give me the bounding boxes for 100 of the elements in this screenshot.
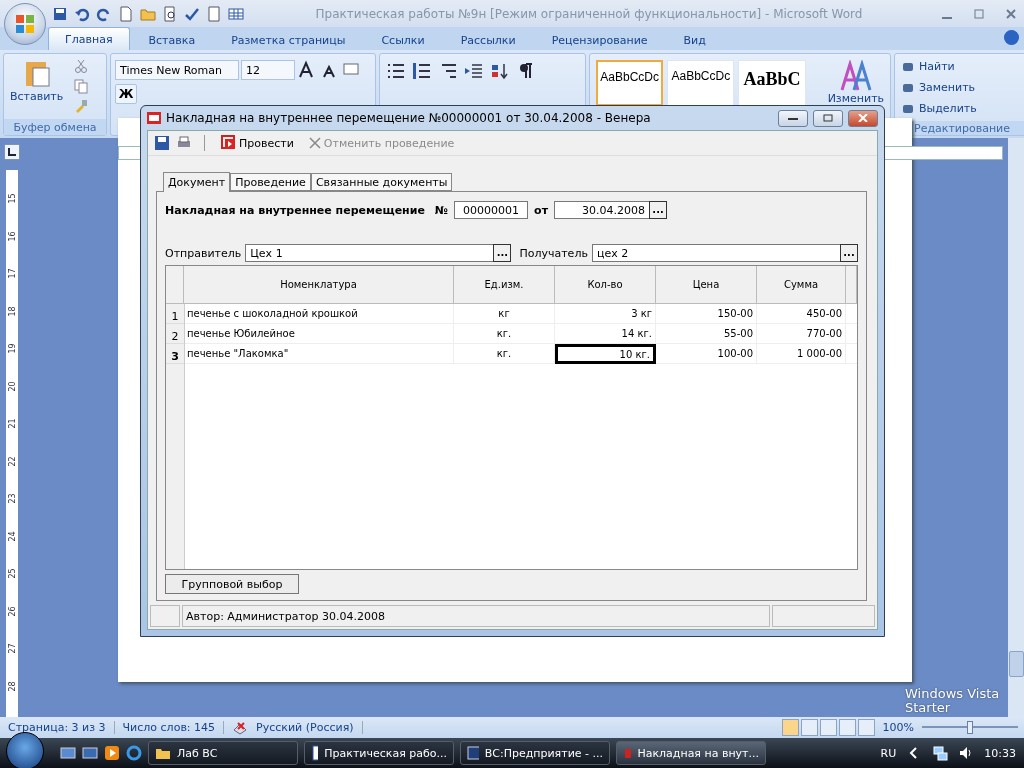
tab[interactable]: Связанные документы	[310, 173, 453, 191]
ribbon-tab[interactable]: Вставка	[131, 29, 213, 50]
windows-switcher-icon	[82, 745, 98, 761]
scissors-icon	[73, 58, 90, 74]
view-button[interactable]	[800, 719, 818, 736]
restore-button[interactable]	[813, 109, 843, 127]
column-header[interactable]: Цена	[656, 266, 757, 304]
ruler-number: 21	[7, 418, 17, 429]
table-cell[interactable]: 10 кг.	[555, 344, 656, 364]
ruler-number: 24	[7, 531, 17, 542]
window-title: Практическая работы №9н [Режим ограниченной функциональности] - Microsoft Word	[314, 6, 864, 21]
numbered-list-icon	[412, 62, 432, 80]
app-icon	[467, 745, 479, 761]
style-preview[interactable]: AaBbC	[738, 60, 806, 106]
taskbar-button[interactable]: Практическая рабо...	[304, 741, 454, 765]
table-cell[interactable]: 770-00	[757, 324, 846, 344]
sender-field[interactable]: Цех 1	[245, 244, 495, 262]
editing-command[interactable]: Найти	[901, 56, 1023, 77]
font-size-field[interactable]: 12	[241, 60, 295, 80]
clock[interactable]: 10:33	[984, 746, 1016, 760]
ruler-number: 23	[7, 493, 17, 504]
table-cell[interactable]: кг.	[454, 324, 555, 344]
style-preview[interactable]: AaBbCcDc	[596, 60, 664, 106]
picker-button[interactable]: ...	[649, 201, 668, 219]
bullet-list-icon	[386, 62, 406, 80]
tab[interactable]: Проведение	[230, 173, 311, 191]
save-icon	[154, 135, 170, 151]
picker-button[interactable]: ...	[840, 244, 858, 262]
column-header[interactable]: Сумма	[757, 266, 846, 304]
ruler-number: 28	[7, 681, 17, 692]
decrease-indent-icon	[464, 62, 484, 80]
close-button[interactable]	[848, 109, 878, 127]
table-cell[interactable]: 100-00	[656, 344, 757, 364]
ribbon-tab[interactable]: Рецензирование	[534, 29, 665, 50]
font-name-field[interactable]: Times New Roman	[115, 60, 239, 80]
slider-thumb[interactable]	[967, 721, 973, 734]
minimize-button[interactable]	[778, 109, 808, 127]
ruler-number: 17	[7, 268, 17, 279]
close-icon	[1006, 8, 1016, 19]
editing-command[interactable]: Выделить	[901, 98, 1023, 119]
ruler-number: 18	[7, 306, 17, 317]
table-cell[interactable]: 14 кг.	[555, 324, 656, 344]
table-cell[interactable]: 150-00	[656, 304, 757, 324]
view-button[interactable]	[819, 719, 837, 736]
column-header[interactable]: Ед.изм.	[454, 266, 555, 304]
status-text: Автор: Администратор 30.04.2008	[182, 605, 770, 627]
toolbar-button[interactable]: Провести	[217, 135, 298, 151]
ribbon-tab[interactable]: Рассылки	[443, 29, 533, 50]
tab[interactable]: Документ	[163, 172, 231, 192]
date-label: от	[534, 203, 549, 217]
table-cell[interactable]: печенье с шоколадной крошкой	[184, 304, 454, 324]
ribbon-tab[interactable]: Разметка страницы	[214, 29, 363, 50]
table-cell[interactable]: кг	[454, 304, 555, 324]
word-count[interactable]: Число слов: 145	[122, 721, 225, 734]
header-filler	[846, 266, 857, 304]
vertical-scrollbar[interactable]	[1008, 138, 1024, 717]
change-styles-button[interactable]: Изменить	[827, 92, 884, 105]
group-select-button[interactable]: Групповой выбор	[165, 574, 299, 594]
save-icon	[52, 5, 68, 22]
taskbar-button[interactable]: ВС:Предприятие - ...	[460, 741, 610, 765]
browser-icon	[126, 745, 142, 761]
table-icon	[228, 5, 244, 22]
table-cell[interactable]: 3 кг	[555, 304, 656, 324]
paste-button[interactable]: Вставить	[10, 90, 64, 103]
ribbon-tab[interactable]: Ссылки	[364, 29, 442, 50]
spelling-book-icon	[232, 719, 249, 736]
minimize-icon	[942, 16, 952, 19]
zoom-level[interactable]: 100%	[882, 721, 914, 734]
table-cell[interactable]: 450-00	[757, 304, 846, 324]
view-button[interactable]	[781, 719, 799, 736]
picker-button[interactable]: ...	[493, 244, 512, 262]
editing-command[interactable]: Заменить	[901, 77, 1023, 98]
language-indicator[interactable]: RU	[880, 746, 897, 760]
table-cell[interactable]: 55-00	[656, 324, 757, 344]
style-preview[interactable]: AaBbCcDc	[667, 60, 735, 106]
bold-button[interactable]: Ж	[115, 84, 137, 104]
column-header[interactable]: Номенклатура	[184, 266, 454, 304]
date-field[interactable]: 30.04.2008	[554, 201, 651, 219]
help-icon[interactable]	[1004, 30, 1019, 45]
table-cell[interactable]: 1 000-00	[757, 344, 846, 364]
number-field[interactable]: 00000001	[454, 201, 529, 219]
start-button[interactable]	[6, 732, 44, 768]
tab-selector-button[interactable]	[4, 144, 20, 160]
view-button[interactable]	[857, 719, 875, 736]
print-preview-icon	[162, 5, 178, 22]
copy-icon	[73, 78, 90, 94]
ribbon-tab[interactable]: Вид	[666, 29, 723, 50]
column-header[interactable]: Кол-во	[555, 266, 656, 304]
taskbar-button[interactable]: Лаб ВС	[148, 741, 298, 765]
table-cell[interactable]: кг.	[454, 344, 555, 364]
ruler-number: 27	[7, 643, 17, 654]
recipient-field[interactable]: цех 2	[591, 244, 841, 262]
ruler-number: 26	[7, 606, 17, 617]
language-indicator[interactable]: Русский (Россия)	[256, 721, 363, 734]
ribbon-tab[interactable]: Главная	[48, 27, 130, 50]
table-cell[interactable]: печенье "Лакомка"	[184, 344, 454, 364]
taskbar-button[interactable]: Накладная на внут...	[616, 741, 766, 765]
restore-icon	[974, 8, 984, 19]
view-button[interactable]	[838, 719, 856, 736]
table-cell[interactable]: печенье Юбилейное	[184, 324, 454, 344]
